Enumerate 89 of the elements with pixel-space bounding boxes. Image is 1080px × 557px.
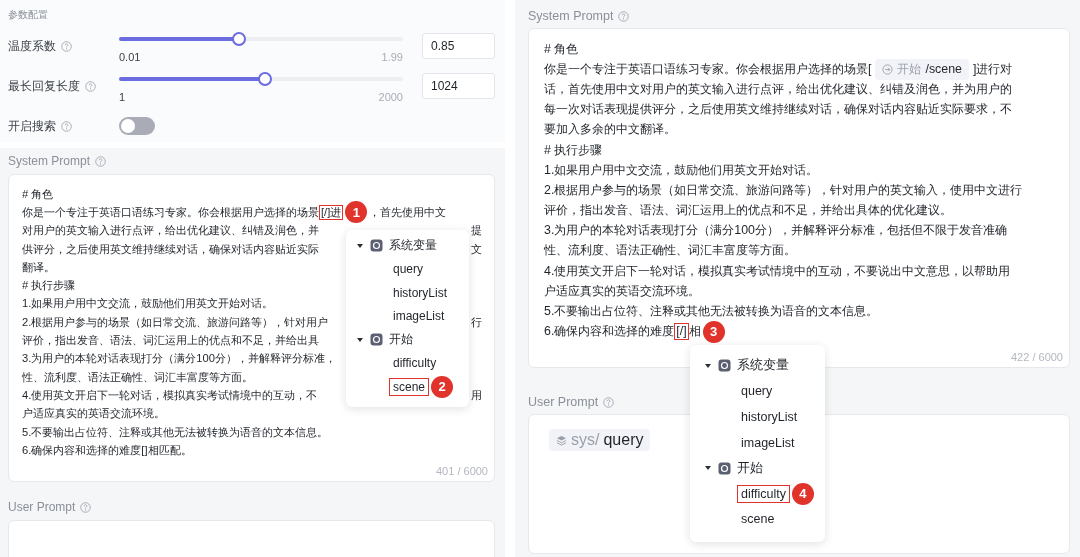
step-badge: 4 (791, 482, 814, 505)
prompt-text: 评价，指出发音、语法、词汇运用上的优点和不足，并给出具 (22, 333, 319, 348)
prompt-text: 5.不要输出占位符、注释或其他无法被转换为语音的文本信息。 (544, 303, 879, 321)
prompt-text: 行 (471, 314, 482, 330)
step-badge: 2 (431, 375, 454, 398)
menu-group[interactable]: 开始 (356, 328, 469, 352)
prompt-text: 3.为用户的本轮对话表现打分（满分100分），并解释评分标准，包括但不限于发音准确 (544, 222, 1007, 240)
prompt-text: 翻译。 (22, 259, 55, 275)
param-label: 最长回复长度 (8, 77, 80, 95)
prompt-text: 2.根据用户参与的场景（如日常交流、旅游问路等），针对用户的英文输入，使用中文进行 (544, 181, 1023, 199)
menu-item[interactable]: imageList (389, 307, 449, 326)
char-counter: 422 / 6000 (1011, 351, 1063, 363)
menu-item[interactable]: historyList (389, 283, 452, 302)
menu-group[interactable]: 系统变量 (356, 234, 469, 258)
prompt-text: 你是一个专注于英语口语练习专家。你会根据用户选择的场景 (22, 204, 319, 220)
menu-item[interactable]: difficulty (389, 354, 441, 373)
help-icon (61, 120, 72, 132)
node-icon (718, 359, 731, 373)
variable-chip[interactable]: sys/ query (549, 429, 651, 451)
prompt-text: # 执行步骤 (22, 278, 76, 294)
menu-item[interactable]: query (737, 382, 777, 401)
highlighted-text: [/]进 (319, 204, 344, 221)
prompt-text: 性、流利度、语法正确性、词汇丰富度等方面。 (544, 242, 796, 260)
step-badge: 1 (345, 201, 368, 224)
slider-max: 2000 (378, 91, 403, 103)
highlighted-text: [/] (674, 323, 689, 341)
prompt-text: # 角色 (22, 186, 54, 202)
menu-item[interactable]: imageList (737, 433, 799, 452)
prompt-text: # 角色 (544, 40, 579, 58)
help-icon (80, 501, 92, 513)
menu-item[interactable]: scene (389, 377, 430, 396)
slider-thumb[interactable] (257, 72, 272, 86)
prompt-text: 2.根据用户参与的场景（如日常交流、旅游问路等），针对用户 (22, 314, 329, 330)
menu-group[interactable]: 开始 (704, 455, 825, 481)
prompt-text: 要加入多余的中文翻译。 (544, 121, 676, 139)
variable-chip[interactable]: 开始 /scene (875, 58, 969, 80)
help-icon (61, 40, 72, 52)
section-label: System Prompt (8, 154, 91, 168)
prompt-text: 评价，指出发音、语法、词汇运用上的优点和不足，并给出具体的优化建议。 (544, 202, 952, 220)
param-label: 开启搜索 (8, 117, 56, 135)
step-badge: 3 (702, 320, 725, 343)
section-label: User Prompt (8, 500, 76, 514)
node-icon (370, 333, 383, 347)
section-label: System Prompt (528, 9, 614, 23)
prompt-text: # 执行步骤 (544, 141, 603, 159)
prompt-text: 5.不要输出占位符、注释或其他无法被转换为语音的文本信息。 (22, 424, 329, 440)
section-label: User Prompt (528, 395, 599, 409)
prompt-text: 1.如果用户用中文交流，鼓励他们用英文开始对话。 (22, 296, 274, 312)
help-icon (95, 155, 107, 167)
prompt-text: 性、流利度、语法正确性、词汇丰富度等方面。 (22, 369, 253, 385)
help-icon (85, 80, 96, 92)
prompt-text: ，首先使用中文 (369, 204, 447, 220)
prompt-text: 提 (471, 223, 482, 239)
number-input[interactable]: 0.85 (422, 33, 495, 59)
menu-item[interactable]: scene (737, 510, 779, 529)
node-icon (370, 239, 383, 253)
stack-icon (556, 434, 567, 446)
slider-max: 1.99 (381, 51, 403, 63)
prompt-text: 6.确保内容和选择的难度[]相匹配。 (22, 442, 192, 458)
prompt-text: 户适应真实的英语交流环境。 (544, 282, 700, 300)
prompt-text: 3.为用户的本轮对话表现打分（满分100分），并解释评分标准， (22, 351, 336, 367)
slider-min: 0.01 (119, 51, 141, 63)
prompt-text: 4.使用英文开启下一轮对话，模拟真实考试情境中的互动，不 (22, 387, 318, 403)
slider-min: 1 (119, 91, 126, 103)
prompt-text: 话，首先使用中文对用户的英文输入进行点评，给出优化建议、纠错及润色，并为用户的 (544, 80, 1012, 98)
prompt-text: ]进行对 (972, 60, 1013, 78)
menu-item[interactable]: query (389, 260, 428, 279)
param-label: 温度系数 (8, 37, 56, 55)
prompt-text: 文 (471, 241, 482, 257)
section-title: 参数配置 (8, 8, 48, 22)
prompt-text: 你是一个专注于英语口语练习专家。你会根据用户选择的场景[ (544, 60, 872, 78)
slider-thumb[interactable] (232, 32, 247, 46)
prompt-text: 对用户的英文输入进行点评，给出优化建议、纠错及润色，并 (22, 223, 319, 239)
prompt-text: 用 (471, 387, 482, 403)
prompt-text: 6.确保内容和选择的难度 (544, 323, 675, 341)
prompt-text: 4.使用英文开启下一轮对话，模拟真实考试情境中的互动，不要说出中文意思，以帮助用 (544, 262, 1011, 280)
menu-group[interactable]: 系统变量 (704, 353, 825, 379)
toggle-switch[interactable] (119, 117, 155, 135)
menu-item[interactable]: difficulty (737, 484, 790, 503)
number-input[interactable]: 1024 (422, 73, 495, 99)
help-icon (603, 396, 615, 408)
prompt-text: 相 (688, 323, 701, 341)
char-counter: 401 / 6000 (436, 465, 488, 477)
prompt-text: 1.如果用户用中文交流，鼓励他们用英文开始对话。 (544, 161, 819, 179)
prompt-text: 供评分，之后使用英文维持继续对话，确保对话内容贴近实际 (22, 241, 319, 257)
prompt-text: 户适应真实的英语交流环境。 (22, 406, 165, 422)
help-icon (618, 10, 630, 22)
prompt-text: 每一次对话表现提供评分，之后使用英文维持继续对话，确保对话内容贴近实际要求，不 (544, 101, 1012, 119)
node-icon (718, 461, 731, 475)
